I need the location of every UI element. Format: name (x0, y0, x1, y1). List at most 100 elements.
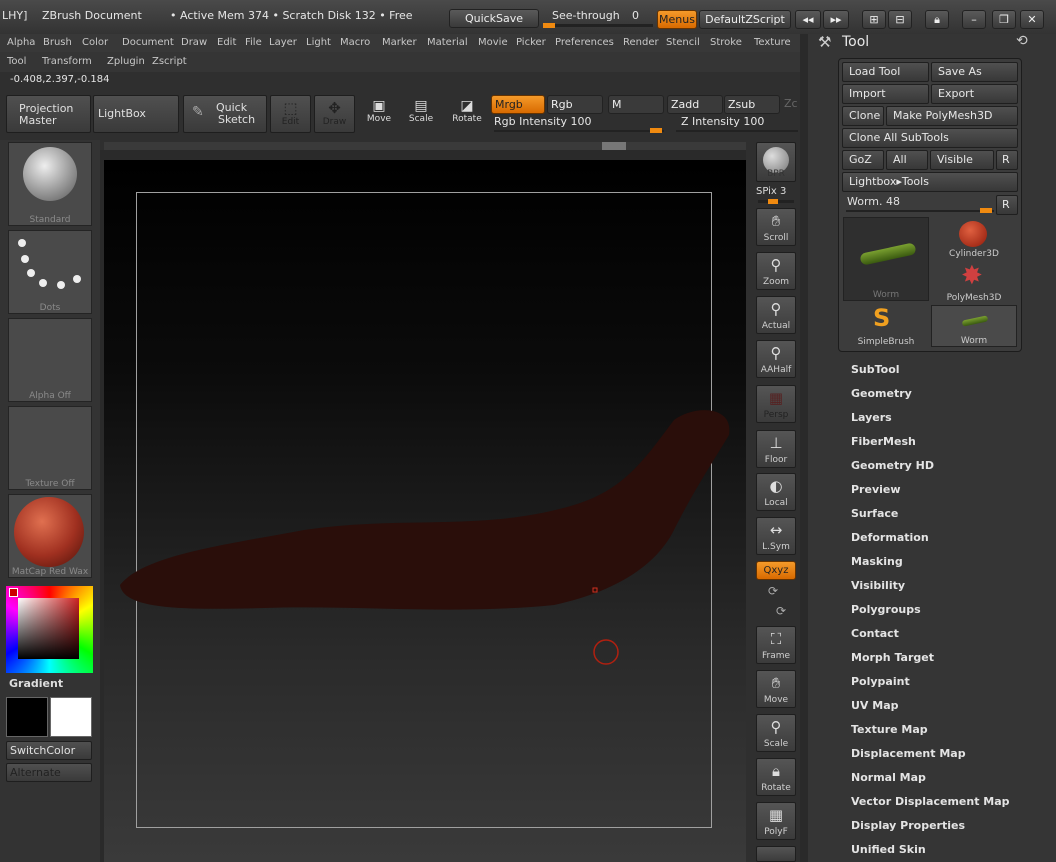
menu-render[interactable]: Render (623, 37, 659, 48)
section-deformation[interactable]: Deformation (851, 531, 929, 544)
menu-macro[interactable]: Macro (340, 37, 370, 48)
panel-divider[interactable] (800, 34, 808, 862)
restore-icon[interactable]: ❐ (992, 10, 1016, 29)
section-unified-skin[interactable]: Unified Skin (851, 843, 926, 856)
section-contact[interactable]: Contact (851, 627, 899, 640)
menus-button[interactable]: Menus (657, 10, 697, 29)
section-preview[interactable]: Preview (851, 483, 901, 496)
lock-icon[interactable]: 🔒︎ (925, 10, 949, 29)
export-button[interactable]: Export (931, 84, 1018, 104)
slider-knob[interactable] (543, 23, 555, 28)
quicksave-button[interactable]: QuickSave (449, 9, 539, 28)
save-as-button[interactable]: Save As (931, 62, 1018, 82)
lightbox-tools-button[interactable]: Lightbox▸Tools (842, 172, 1018, 192)
menu-texture[interactable]: Texture (754, 37, 791, 48)
quick-sketch-button[interactable]: ✎ Quick Sketch (183, 95, 267, 133)
section-texture-map[interactable]: Texture Map (851, 723, 928, 736)
section-visibility[interactable]: Visibility (851, 579, 905, 592)
section-normal-map[interactable]: Normal Map (851, 771, 926, 784)
import-button[interactable]: Import (842, 84, 929, 104)
see-through-slider[interactable] (543, 23, 653, 28)
gradient-label[interactable]: Gradient (9, 677, 63, 690)
polyf-button[interactable]: ▦ PolyF (756, 802, 796, 840)
local-button[interactable]: ◐ Local (756, 473, 796, 511)
lightbox-button[interactable]: LightBox (93, 95, 179, 133)
alternate-button[interactable]: Alternate (6, 763, 92, 782)
tool-r-button[interactable]: R (996, 195, 1018, 215)
tool-thumb-simplebrush[interactable]: S SimpleBrush (843, 305, 929, 347)
canvas-scrollbar[interactable] (104, 142, 746, 150)
switch-color-button[interactable]: SwitchColor (6, 741, 92, 760)
z-intensity-track[interactable] (676, 130, 798, 132)
zscript-button[interactable]: DefaultZScript (699, 10, 791, 29)
load-tool-button[interactable]: Load Tool (842, 62, 929, 82)
layout2-icon[interactable]: ⊟ (888, 10, 912, 29)
rotate-y-icon[interactable]: ⟳ (768, 584, 778, 598)
section-geometry[interactable]: Geometry (851, 387, 912, 400)
edit-mode-button[interactable]: ⬚ Edit (270, 95, 311, 133)
main-color-swatch[interactable] (50, 697, 92, 737)
menu-light[interactable]: Light (306, 37, 331, 48)
prev-icon[interactable]: ◂◂ (795, 10, 821, 29)
color-picker[interactable] (6, 586, 93, 673)
rotate-z-icon[interactable]: ⟳ (776, 604, 786, 618)
refresh-icon[interactable]: ⟲ (1016, 33, 1028, 49)
goz-button[interactable]: GoZ (842, 150, 884, 170)
menu-material[interactable]: Material (427, 37, 468, 48)
brush-selector[interactable]: Standard (8, 142, 92, 226)
zcut-button[interactable]: Zc (784, 97, 798, 110)
rgb-intensity-slider[interactable]: Rgb Intensity 100 (494, 115, 591, 128)
texture-selector[interactable]: Texture Off (8, 406, 92, 490)
rgb-button[interactable]: Rgb (547, 95, 603, 114)
section-geometry-hd[interactable]: Geometry HD (851, 459, 934, 472)
section-morph-target[interactable]: Morph Target (851, 651, 934, 664)
zsub-button[interactable]: Zsub (724, 95, 780, 114)
menu-zplugin[interactable]: Zplugin (107, 56, 145, 67)
tool-slider[interactable]: Worm. 48 (847, 195, 900, 208)
layout-icon[interactable]: ⊞ (862, 10, 886, 29)
bpr-button[interactable]: BPR (756, 142, 796, 182)
projection-master-button[interactable]: Projection Master (6, 95, 91, 133)
actual-button[interactable]: ⚲ Actual (756, 296, 796, 334)
move-button[interactable]: ✋︎ Move (756, 670, 796, 708)
tool-thumb-polymesh[interactable]: ✸ PolyMesh3D (931, 261, 1017, 303)
secondary-color-swatch[interactable] (6, 697, 48, 737)
move-mode-button[interactable]: ▣ Move (360, 98, 398, 132)
saturation-square[interactable] (18, 598, 79, 659)
transp-button[interactable] (756, 846, 796, 862)
mrgb-button[interactable]: Mrgb (491, 95, 545, 114)
goz-all-button[interactable]: All (886, 150, 928, 170)
menu-layer[interactable]: Layer (269, 37, 297, 48)
menu-file[interactable]: File (245, 37, 262, 48)
section-fibermesh[interactable]: FiberMesh (851, 435, 916, 448)
frame-button[interactable]: ⛶ Frame (756, 626, 796, 664)
rgb-intensity-knob[interactable] (650, 128, 662, 133)
menu-brush[interactable]: Brush (43, 37, 72, 48)
next-icon[interactable]: ▸▸ (823, 10, 849, 29)
menu-picker[interactable]: Picker (516, 37, 546, 48)
draw-mode-button[interactable]: ✥ Draw (314, 95, 355, 133)
section-display-properties[interactable]: Display Properties (851, 819, 965, 832)
menu-movie[interactable]: Movie (478, 37, 508, 48)
tool-thumb-worm[interactable]: Worm (843, 217, 929, 301)
scale-button[interactable]: ⚲ Scale (756, 714, 796, 752)
scroll-thumb[interactable] (602, 142, 626, 150)
m-button[interactable]: M (608, 95, 664, 114)
spix-knob[interactable] (768, 199, 778, 204)
minimize-icon[interactable]: – (962, 10, 986, 29)
menu-stroke[interactable]: Stroke (710, 37, 742, 48)
zadd-button[interactable]: Zadd (667, 95, 723, 114)
tool-panel-title[interactable]: Tool (842, 34, 869, 50)
color-marker[interactable] (9, 588, 18, 597)
section-layers[interactable]: Layers (851, 411, 892, 424)
section-masking[interactable]: Masking (851, 555, 903, 568)
rotate-mode-button[interactable]: ◪ Rotate (448, 98, 486, 132)
spix-track[interactable] (758, 199, 794, 204)
goz-r-button[interactable]: R (996, 150, 1018, 170)
persp-button[interactable]: ▦ Persp (756, 385, 796, 423)
menu-marker[interactable]: Marker (382, 37, 417, 48)
section-displacement-map[interactable]: Displacement Map (851, 747, 966, 760)
menu-draw[interactable]: Draw (181, 37, 207, 48)
stroke-selector[interactable]: Dots (8, 230, 92, 314)
z-intensity-slider[interactable]: Z Intensity 100 (681, 115, 764, 128)
